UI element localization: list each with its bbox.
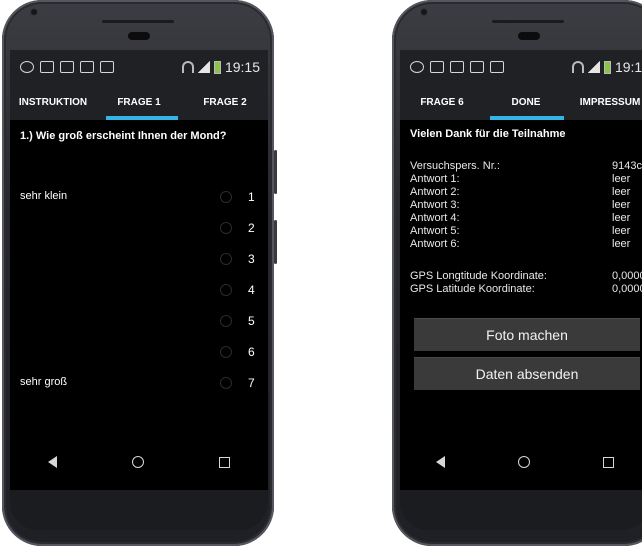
gps-latitude-value: 0,00000 [612,283,642,295]
screen-right: 19:15 FRAGE 6 DONE IMPRESSUM Vielen Dank… [400,50,642,490]
answer-label: Antwort 1: [410,173,460,185]
photo-button[interactable]: Foto machen [414,318,640,351]
answer-value: leer [612,212,631,224]
wifi-icon [571,61,584,73]
sim-icon [40,61,54,73]
option-5[interactable]: 5 [220,314,255,328]
nav-bar [10,434,268,490]
status-bar: 19:15 [400,50,642,86]
nav-bar [400,434,642,490]
tab-frage-2[interactable]: FRAGE 2 [182,86,268,120]
option-label: 1 [248,190,255,204]
option-2[interactable]: 2 [220,221,255,235]
speaker-slot [492,20,564,23]
radio-button[interactable] [220,284,232,296]
option-label: 2 [248,221,255,235]
phone-chin [10,490,268,530]
battery-icon [213,60,221,74]
gps-icon [410,61,424,73]
answer-value: leer [612,225,631,237]
tab-frage-1[interactable]: FRAGE 1 [96,86,182,120]
participant-value: 9143ceb9 [612,160,642,172]
back-icon[interactable] [47,456,57,468]
answer-label: Antwort 3: [410,199,460,211]
tab-bar: FRAGE 6 DONE IMPRESSUM [400,86,642,120]
radio-button[interactable] [220,253,232,265]
sim-icon [430,61,444,73]
tab-impressum[interactable]: IMPRESSUM [568,86,642,120]
recent-icon[interactable] [602,456,614,468]
front-camera-icon [30,8,38,16]
option-label: 3 [248,252,255,266]
answer-value: leer [612,238,631,250]
tab-done[interactable]: DONE [484,86,568,120]
answer-label: Antwort 2: [410,186,460,198]
image-icon [100,61,114,73]
sd-icon [470,61,484,73]
phone-left: 19:15 INSTRUKTION FRAGE 1 FRAGE 2 1.) Wi… [2,0,277,546]
question-text: 1.) Wie groß erscheint Ihnen der Mond? [20,130,227,142]
status-time: 19:15 [614,59,642,75]
thanks-heading: Vielen Dank für die Teilnahme [410,128,566,140]
tab-frage-6[interactable]: FRAGE 6 [400,86,484,120]
option-label: 7 [248,376,255,390]
phone-chin [400,490,642,530]
option-3[interactable]: 3 [220,252,255,266]
answer-value: leer [612,199,631,211]
volume-button[interactable] [274,150,277,194]
recent-icon[interactable] [219,456,231,468]
tab-bar: INSTRUKTION FRAGE 1 FRAGE 2 [10,86,268,120]
active-tab-indicator [106,116,178,120]
radio-button[interactable] [220,377,232,389]
answer-label: Antwort 5: [410,225,460,237]
option-label: 6 [248,345,255,359]
answer-label: Antwort 6: [410,238,460,250]
tab-instruktion[interactable]: INSTRUKTION [10,86,96,120]
signal-icon [587,61,600,73]
send-data-button[interactable]: Daten absenden [414,357,640,390]
home-icon[interactable] [517,456,530,468]
status-bar: 19:15 [10,50,268,86]
speaker-slot [102,20,174,23]
gps-longitude-label: GPS Longtitude Koordinate: [410,270,547,282]
battery-icon [603,60,611,74]
image-icon [490,61,504,73]
phone-right: 19:15 FRAGE 6 DONE IMPRESSUM Vielen Dank… [392,0,642,546]
gps-longitude-value: 0,00000 [612,270,642,282]
participant-label: Versuchspers. Nr.: [410,160,500,172]
radio-button[interactable] [220,191,232,203]
radio-button[interactable] [220,346,232,358]
option-label: 4 [248,283,255,297]
home-icon[interactable] [131,456,144,468]
answer-label: Antwort 4: [410,212,460,224]
earpiece [128,32,150,40]
earpiece [518,32,540,40]
radio-button[interactable] [220,315,232,327]
front-camera-icon [420,8,428,16]
scale-low-label: sehr klein [20,190,68,202]
radio-button[interactable] [220,222,232,234]
option-6[interactable]: 6 [220,345,255,359]
active-tab-indicator [490,116,564,120]
power-button[interactable] [274,220,277,264]
scale-high-label: sehr groß [20,376,68,388]
gps-latitude-label: GPS Latitude Koordinate: [410,283,535,295]
answer-value: leer [612,173,631,185]
option-label: 5 [248,314,255,328]
option-7[interactable]: 7 [220,376,255,390]
option-4[interactable]: 4 [220,283,255,297]
back-icon[interactable] [436,456,446,468]
gps-icon [20,61,34,73]
wifi-icon [181,61,194,73]
signal-icon [197,61,210,73]
answer-value: leer [612,186,631,198]
sd-icon [80,61,94,73]
screen-left: 19:15 INSTRUKTION FRAGE 1 FRAGE 2 1.) Wi… [10,50,268,490]
screen-icon [60,61,74,73]
screen-icon [450,61,464,73]
option-1[interactable]: 1 [220,190,255,204]
status-time: 19:15 [224,59,260,75]
